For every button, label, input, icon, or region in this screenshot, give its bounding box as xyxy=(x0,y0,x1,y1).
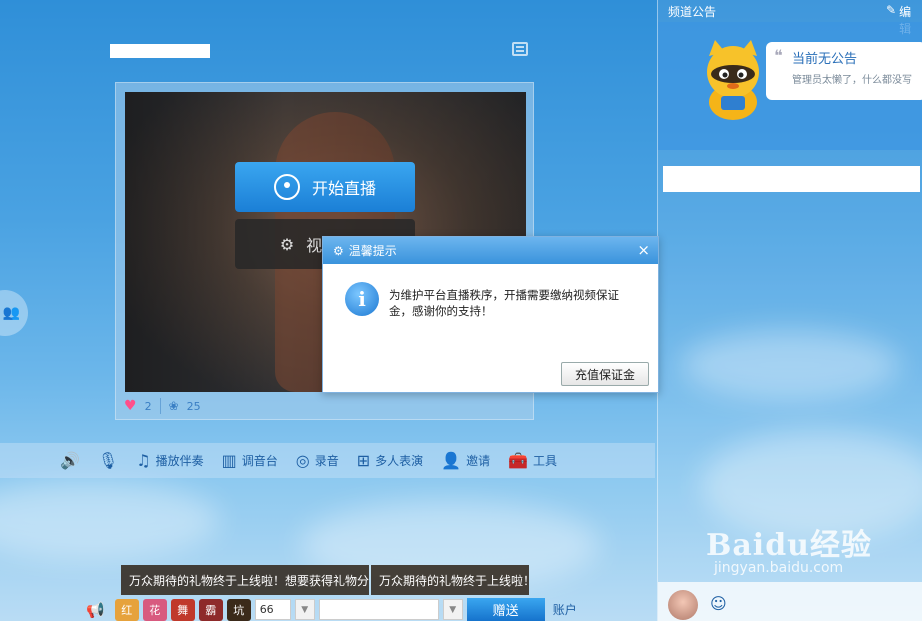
gift-item[interactable]: 霸 xyxy=(198,598,223,621)
gift-item[interactable]: 坑 xyxy=(226,598,251,621)
chat-message-redacted xyxy=(663,166,920,192)
gift-bar: 📢 红 花 舞 霸 坑 66 ▼ ▼ 赠送 账户 xyxy=(0,598,655,621)
music-icon: ♫ xyxy=(136,451,151,470)
invite-icon: 👤 xyxy=(441,451,462,470)
start-live-label: 开始直播 xyxy=(311,179,376,198)
start-live-button[interactable]: 开始直播 xyxy=(235,162,415,212)
play-accompaniment-label: 播放伴奏 xyxy=(155,454,204,468)
dialog-header: ⚙ 温馨提示 xyxy=(323,237,658,264)
watermark-title: Baidu经验 xyxy=(706,528,872,563)
likes-count: 2 xyxy=(144,399,152,413)
notice-subtext: 管理员太懒了，什么都没写 xyxy=(792,75,912,86)
play-accompaniment-button[interactable]: ♫ 播放伴奏 xyxy=(136,451,203,470)
room-title xyxy=(110,44,210,58)
record-icon: ◎ xyxy=(295,451,310,470)
video-stats: ♥ 2 ❀ 25 xyxy=(124,395,201,417)
mixer-label: 调音台 xyxy=(241,454,278,468)
info-icon: i xyxy=(345,282,379,316)
gear-icon: ⚙ xyxy=(333,243,344,258)
microphone-icon: 🎙 xyxy=(97,451,119,470)
close-icon[interactable]: × xyxy=(637,241,650,259)
flowers-count: 25 xyxy=(186,399,201,413)
notice-bubble: ❝ 当前无公告 管理员太懒了，什么都没写 xyxy=(766,42,922,100)
tools-button[interactable]: 🧰 工具 xyxy=(508,451,557,470)
recipient-field[interactable] xyxy=(318,599,439,620)
speaker-button[interactable]: 🔊 xyxy=(60,451,80,470)
megaphone-icon[interactable]: 📢 xyxy=(86,601,105,619)
mixer-icon: ▥ xyxy=(221,451,237,470)
gear-icon: ⚙ xyxy=(279,234,295,254)
mixer-button[interactable]: ▥ 调音台 xyxy=(222,451,278,470)
account-link[interactable]: 账户 xyxy=(553,601,577,618)
gift-announcement-tooltip-2: 万众期待的礼物终于上线啦！ xyxy=(371,565,529,595)
record-button[interactable]: ◎ 录音 xyxy=(296,451,339,470)
gift-item[interactable]: 红 xyxy=(114,598,139,621)
speaker-icon: 🔊 xyxy=(60,451,80,470)
notice-heading: 当前无公告 xyxy=(792,52,858,67)
gift-item[interactable]: 花 xyxy=(142,598,167,621)
multi-performance-label: 多人表演 xyxy=(375,454,424,468)
invite-button[interactable]: 👤 邀请 xyxy=(441,451,490,470)
recharge-deposit-button[interactable]: 充值保证金 xyxy=(561,362,649,386)
gift-item[interactable]: 舞 xyxy=(170,598,195,621)
users-icon[interactable]: 👥 xyxy=(0,290,28,336)
flower-icon[interactable]: ❀ xyxy=(169,399,179,413)
dialog-message: 为维护平台直播秩序，开播需要缴纳视频保证金，感谢你的支持！ xyxy=(389,288,619,318)
grid-icon: ⊞ xyxy=(356,451,371,470)
notice-dialog: ⚙ 温馨提示 × i 为维护平台直播秩序，开播需要缴纳视频保证金，感谢你的支持！… xyxy=(322,236,659,393)
quote-icon: ❝ xyxy=(774,46,783,65)
send-gift-button[interactable]: 赠送 xyxy=(466,598,545,621)
invite-label: 邀请 xyxy=(466,454,491,468)
chevron-down-icon[interactable]: ▼ xyxy=(442,599,463,620)
notice-title: 频道公告 xyxy=(668,5,717,19)
chevron-down-icon[interactable]: ▼ xyxy=(294,599,315,620)
watermark: Baidu经验 jingyan.baidu.com xyxy=(706,520,872,576)
list-icon[interactable] xyxy=(512,42,528,56)
broadcast-icon xyxy=(273,174,300,200)
avatar[interactable] xyxy=(668,590,698,620)
record-label: 录音 xyxy=(314,454,339,468)
gift-count-field[interactable]: 66 xyxy=(254,599,291,620)
microphone-button[interactable]: 🎙 xyxy=(98,451,118,470)
toolbox-icon: 🧰 xyxy=(508,451,528,470)
notice-area: ❝ 当前无公告 管理员太懒了，什么都没写 xyxy=(658,22,922,150)
multi-performance-button[interactable]: ⊞ 多人表演 xyxy=(357,451,423,470)
heart-icon[interactable]: ♥ xyxy=(124,398,137,414)
emoji-icon[interactable]: ☺ xyxy=(710,594,727,613)
raccoon-mascot-icon xyxy=(707,40,759,120)
live-toolbar: 🔊 🎙 ♫ 播放伴奏 ▥ 调音台 ◎ 录音 ⊞ 多人表演 👤 邀请 🧰 工具 xyxy=(0,443,655,478)
tools-label: 工具 xyxy=(533,454,558,468)
dialog-title: 温馨提示 xyxy=(348,244,397,258)
gift-announcement-tooltip: 万众期待的礼物终于上线啦！想要获得礼物分 xyxy=(121,565,369,595)
chat-input-bar: ☺ xyxy=(658,582,922,621)
